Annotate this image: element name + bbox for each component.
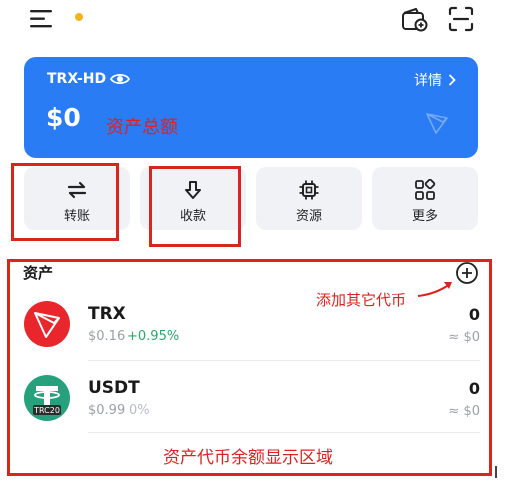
network-badge: TRC20 [33, 406, 60, 415]
transfer-icon [67, 181, 87, 199]
detail-label: 详情 [414, 73, 442, 89]
token-amount: 0 [468, 305, 480, 324]
resource-button[interactable]: 资源 [256, 167, 362, 230]
annotation-arrow-icon [417, 282, 452, 297]
token-price: $0.16 [88, 329, 126, 344]
balance-amount: $0 [46, 103, 81, 132]
wallet-add-icon[interactable] [400, 5, 428, 33]
edge-mark [495, 466, 497, 478]
tron-watermark-icon [426, 113, 448, 134]
receive-label: 收款 [179, 209, 206, 224]
token-price: $0.99 [88, 403, 126, 418]
top-bar [0, 0, 512, 44]
eye-icon[interactable] [110, 70, 130, 88]
usdt-token-icon: TRC20 [24, 375, 70, 421]
row-divider [88, 360, 480, 361]
annotation-asset-area: 资产代币余额显示区域 [163, 448, 333, 468]
transfer-button[interactable]: 转账 [24, 167, 130, 230]
hamburger-icon[interactable] [30, 9, 54, 29]
resource-label: 资源 [295, 209, 322, 224]
scan-icon[interactable] [447, 5, 475, 33]
receive-button[interactable]: 收款 [140, 167, 246, 230]
token-change: 0% [129, 403, 150, 418]
receive-icon [185, 181, 201, 199]
token-row-trx[interactable]: TRX $0.16 +0.95% 0 ≈ $0 [24, 298, 480, 358]
token-row-usdt[interactable]: TRC20 USDT $0.99 0% 0 ≈ $0 [24, 372, 480, 432]
assets-section-title: 资产 [23, 264, 54, 282]
token-change: +0.95% [127, 329, 180, 344]
token-value: ≈ $0 [448, 404, 480, 419]
row-divider [88, 432, 480, 433]
detail-link[interactable]: 详情 [414, 70, 456, 90]
wallet-name: TRX-HD [47, 71, 107, 87]
balance-card[interactable]: TRX-HD 详情 $0 资产总额 [24, 57, 478, 158]
transfer-label: 转账 [63, 209, 90, 224]
more-icon [415, 179, 436, 200]
token-amount: 0 [468, 379, 480, 398]
token-symbol: USDT [88, 378, 140, 398]
trx-token-icon [24, 301, 70, 347]
notification-dot [75, 13, 83, 21]
annotation-total-assets: 资产总额 [106, 117, 178, 138]
more-button[interactable]: 更多 [372, 167, 478, 230]
token-symbol: TRX [88, 304, 126, 324]
resource-icon [299, 180, 319, 200]
chevron-right-icon [448, 74, 456, 86]
token-value: ≈ $0 [448, 330, 480, 345]
more-label: 更多 [411, 209, 438, 224]
